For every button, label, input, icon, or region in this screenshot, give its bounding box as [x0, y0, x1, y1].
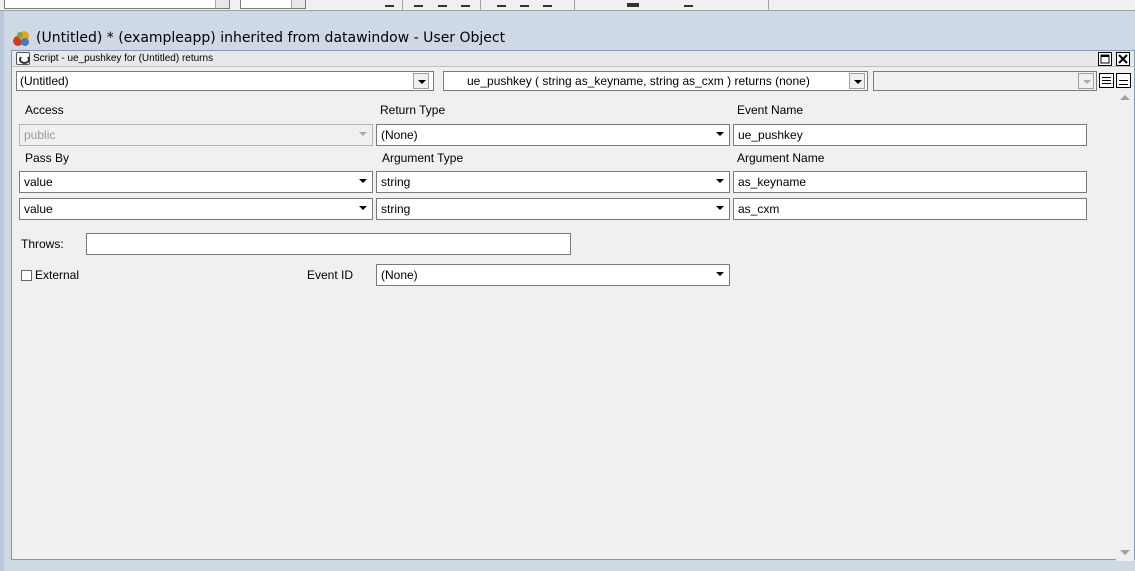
pass-by-select[interactable]: value — [19, 171, 373, 193]
event-selector[interactable]: ue_pushkey ( string as_keyname, string a… — [443, 71, 868, 91]
script-view-titlebar: Script - ue_pushkey for (Untitled) retur… — [12, 51, 1134, 67]
event-id-value: (None) — [381, 268, 418, 282]
argument-name-label: Argument Name — [737, 151, 825, 165]
access-label: Access — [25, 103, 64, 117]
spacing-icon[interactable] — [543, 0, 552, 7]
maximize-button[interactable] — [1098, 52, 1112, 66]
chevron-down-icon[interactable] — [291, 0, 305, 8]
script-view-title: Script - ue_pushkey for (Untitled) retur… — [33, 53, 214, 64]
toolbar — [0, 0, 1135, 11]
argument-name-value: as_cxm — [738, 202, 780, 216]
return-type-select[interactable]: (None) — [376, 124, 730, 146]
close-icon — [1118, 54, 1128, 64]
return-type-label: Return Type — [380, 103, 446, 117]
powerbuilder-app-icon — [12, 29, 31, 48]
text-color-icon[interactable] — [684, 0, 693, 7]
font-size-combo[interactable] — [240, 0, 306, 9]
throws-input[interactable] — [86, 233, 571, 255]
external-checkbox[interactable] — [21, 270, 32, 281]
toolbar-separator — [402, 0, 403, 10]
window-titlebar: (Untitled) * (exampleapp) inherited from… — [12, 28, 505, 48]
external-label: External — [35, 268, 80, 282]
pass-by-select[interactable]: value — [19, 198, 373, 220]
maximize-icon — [1100, 54, 1110, 64]
chevron-down-icon[interactable] — [849, 73, 865, 89]
chevron-down-icon[interactable] — [712, 200, 728, 216]
throws-label: Throws: — [21, 237, 64, 251]
scroll-down-icon[interactable] — [1120, 550, 1130, 555]
script-icon — [16, 52, 30, 65]
argument-type-value: string — [381, 175, 411, 189]
window-title: (Untitled) * (exampleapp) inherited from… — [36, 30, 506, 46]
argument-name-value: as_keyname — [738, 175, 807, 189]
chevron-down-icon[interactable] — [712, 266, 728, 282]
pass-by-label: Pass By — [25, 151, 70, 165]
chevron-down-icon[interactable] — [712, 126, 728, 142]
argument-type-label: Argument Type — [382, 151, 464, 165]
scroll-up-icon[interactable] — [1120, 95, 1130, 100]
argument-type-value: string — [381, 202, 411, 216]
object-selector[interactable]: (Untitled) — [16, 71, 434, 91]
toolbar-separator — [574, 0, 575, 10]
event-id-label: Event ID — [307, 268, 354, 282]
vertical-scrollbar[interactable] — [1116, 89, 1134, 561]
argument-name-input[interactable]: as_cxm — [733, 198, 1087, 220]
access-value: public — [24, 128, 56, 142]
access-select: public — [19, 124, 373, 146]
event-id-select[interactable]: (None) — [376, 264, 730, 286]
indent-icon[interactable] — [497, 0, 506, 7]
event-name-label: Event Name — [737, 103, 804, 117]
ancestor-selector — [873, 71, 1097, 91]
justify-icon[interactable] — [461, 0, 470, 7]
chevron-down-icon[interactable] — [215, 0, 229, 8]
outdent-icon[interactable] — [520, 0, 529, 7]
split-view-icon[interactable] — [1116, 73, 1131, 88]
fill-color-icon[interactable] — [627, 0, 639, 7]
pass-by-value: value — [24, 202, 53, 216]
script-view: Script - ue_pushkey for (Untitled) retur… — [11, 50, 1135, 561]
argument-type-select[interactable]: string — [376, 198, 730, 220]
chevron-down-icon[interactable] — [355, 200, 371, 216]
chevron-down-icon[interactable] — [712, 173, 728, 189]
event-name-value: ue_pushkey — [738, 128, 803, 142]
font-name-combo[interactable] — [4, 0, 230, 9]
toolbar-separator — [768, 0, 769, 10]
object-selector-value: (Untitled) — [20, 74, 69, 88]
align-left-icon[interactable] — [385, 0, 394, 7]
event-name-input[interactable]: ue_pushkey — [733, 124, 1087, 146]
chevron-down-icon[interactable] — [413, 73, 429, 89]
script-list-icon[interactable] — [1099, 73, 1114, 88]
chevron-down-icon[interactable] — [355, 173, 371, 189]
event-selector-value: ue_pushkey ( string as_keyname, string a… — [467, 74, 810, 88]
return-type-value: (None) — [381, 128, 418, 142]
chevron-down-icon — [1078, 73, 1094, 89]
toolbar-separator — [480, 0, 481, 10]
argument-type-select[interactable]: string — [376, 171, 730, 193]
align-right-icon[interactable] — [438, 0, 447, 7]
pass-by-value: value — [24, 175, 53, 189]
chevron-down-icon — [355, 126, 371, 142]
argument-name-input[interactable]: as_keyname — [733, 171, 1087, 193]
close-button[interactable] — [1116, 52, 1130, 66]
align-center-icon[interactable] — [414, 0, 423, 7]
